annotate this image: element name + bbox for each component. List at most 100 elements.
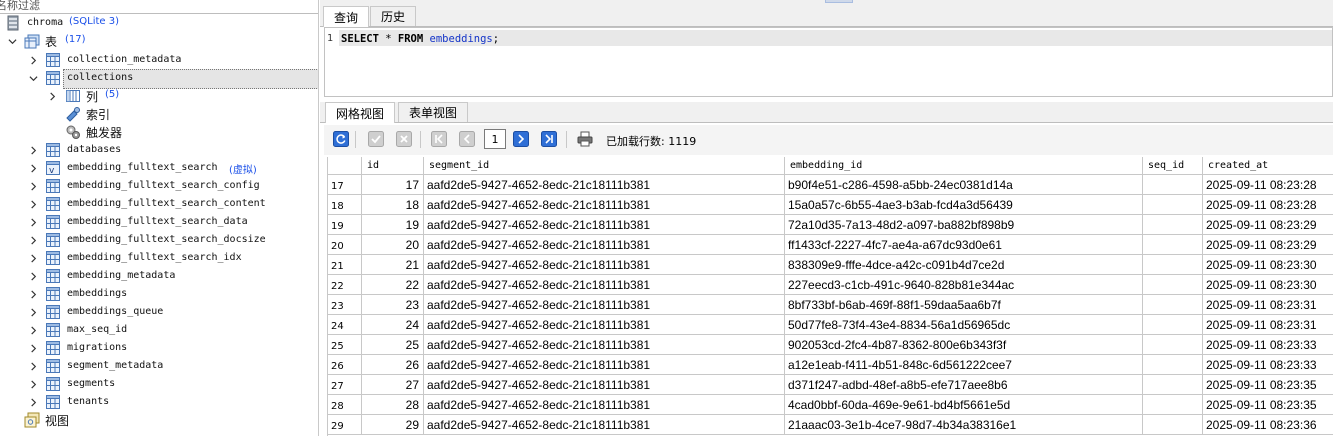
- tree-indexes[interactable]: 索引: [0, 105, 318, 123]
- first-page-button[interactable]: [430, 130, 448, 148]
- table-row[interactable]: 25 25 aafd2de5-9427-4652-8edc-21c18111b381…: [328, 335, 1333, 355]
- chevron-right-icon[interactable]: [28, 235, 38, 245]
- grid-cell[interactable]: 2025-09-11 08:23:33: [1203, 335, 1333, 355]
- grid-cell[interactable]: 2025-09-11 08:23:29: [1203, 215, 1333, 235]
- filter-input[interactable]: [0, 0, 296, 14]
- table-row[interactable]: 28 28 aafd2de5-9427-4652-8edc-21c18111b381…: [328, 395, 1333, 415]
- object-tree[interactable]: chroma (SQLite 3) 表 (17) collection_meta…: [0, 0, 319, 436]
- tree-triggers[interactable]: 触发器: [0, 123, 318, 141]
- tree-table-max-seq-id[interactable]: max_seq_id: [0, 321, 318, 339]
- prev-page-button[interactable]: [458, 130, 476, 148]
- chevron-right-icon[interactable]: [28, 181, 38, 191]
- grid-cell[interactable]: aafd2de5-9427-4652-8edc-21c18111b381: [424, 395, 785, 415]
- chevron-right-icon[interactable]: [28, 361, 38, 371]
- grid-cell[interactable]: 2025-09-11 08:23:33: [1203, 355, 1333, 375]
- grid-cell[interactable]: 29: [362, 415, 424, 435]
- grid-cell[interactable]: aafd2de5-9427-4652-8edc-21c18111b381: [424, 235, 785, 255]
- grid-cell[interactable]: 4cad0bbf-60da-469e-9e61-bd4bf5661e5d: [785, 395, 1143, 415]
- grid-cell[interactable]: aafd2de5-9427-4652-8edc-21c18111b381: [424, 315, 785, 335]
- grid-cell[interactable]: aafd2de5-9427-4652-8edc-21c18111b381: [424, 415, 785, 435]
- table-row[interactable]: 26 26 aafd2de5-9427-4652-8edc-21c18111b381…: [328, 355, 1333, 375]
- grid-cell[interactable]: 2025-09-11 08:23:30: [1203, 255, 1333, 275]
- grid-cell[interactable]: [1143, 375, 1203, 395]
- last-page-button[interactable]: [540, 130, 558, 148]
- column-header-seq-id[interactable]: seq_id: [1143, 157, 1203, 175]
- grid-cell[interactable]: [1143, 195, 1203, 215]
- grid-cell[interactable]: 20: [362, 235, 424, 255]
- grid-cell[interactable]: aafd2de5-9427-4652-8edc-21c18111b381: [424, 195, 785, 215]
- tree-table-migrations[interactable]: migrations: [0, 339, 318, 357]
- chevron-right-icon[interactable]: [28, 343, 38, 353]
- grid-cell[interactable]: 2025-09-11 08:23:28: [1203, 175, 1333, 195]
- sql-editor[interactable]: 1 SELECT * FROM embeddings;: [324, 27, 1333, 97]
- chevron-down-icon[interactable]: [7, 36, 17, 46]
- page-number-input[interactable]: [484, 129, 506, 149]
- table-row[interactable]: 22 22 aafd2de5-9427-4652-8edc-21c18111b381…: [328, 275, 1333, 295]
- chevron-down-icon[interactable]: [28, 73, 38, 83]
- grid-cell[interactable]: ff1433cf-2227-4fc7-ae4a-a67dc93d0e61: [785, 235, 1143, 255]
- table-row[interactable]: 24 24 aafd2de5-9427-4652-8edc-21c18111b381…: [328, 315, 1333, 335]
- grid-cell[interactable]: 2025-09-11 08:23:28: [1203, 195, 1333, 215]
- grid-cell[interactable]: 2025-09-11 08:23:35: [1203, 395, 1333, 415]
- chevron-right-icon[interactable]: [28, 199, 38, 209]
- grid-cell[interactable]: 28: [362, 395, 424, 415]
- grid-cell[interactable]: aafd2de5-9427-4652-8edc-21c18111b381: [424, 375, 785, 395]
- table-row[interactable]: 19 19 aafd2de5-9427-4652-8edc-21c18111b381…: [328, 215, 1333, 235]
- grid-cell[interactable]: [1143, 235, 1203, 255]
- chevron-right-icon[interactable]: [28, 145, 38, 155]
- grid-cell[interactable]: aafd2de5-9427-4652-8edc-21c18111b381: [424, 275, 785, 295]
- grid-cell[interactable]: 22: [362, 275, 424, 295]
- grid-cell[interactable]: aafd2de5-9427-4652-8edc-21c18111b381: [424, 215, 785, 235]
- next-page-button[interactable]: [512, 130, 530, 148]
- table-row[interactable]: 20 20 aafd2de5-9427-4652-8edc-21c18111b381…: [328, 235, 1333, 255]
- commit-button[interactable]: [367, 130, 385, 148]
- grid-cell[interactable]: [1143, 335, 1203, 355]
- tree-table-segments[interactable]: segments: [0, 375, 318, 393]
- grid-cell[interactable]: a12e1eab-f411-4b51-848c-6d561222cee7: [785, 355, 1143, 375]
- grid-cell[interactable]: [1143, 215, 1203, 235]
- grid-cell[interactable]: 21: [362, 255, 424, 275]
- tab-history[interactable]: 历史: [370, 6, 417, 26]
- tree-tables-group[interactable]: 表 (17): [0, 32, 318, 50]
- chevron-right-icon[interactable]: [47, 91, 57, 101]
- grid-cell[interactable]: 2025-09-11 08:23:31: [1203, 295, 1333, 315]
- tree-table-embedding-fulltext-search-data[interactable]: embedding_fulltext_search_data: [0, 213, 318, 231]
- grid-cell[interactable]: 2025-09-11 08:23:30: [1203, 275, 1333, 295]
- tree-db-chroma[interactable]: chroma (SQLite 3): [0, 14, 318, 32]
- chevron-right-icon[interactable]: [28, 55, 38, 65]
- tree-views-group[interactable]: 视图: [0, 411, 318, 429]
- grid-cell[interactable]: 2025-09-11 08:23:35: [1203, 375, 1333, 395]
- column-header-created-at[interactable]: created_at: [1203, 157, 1333, 175]
- chevron-right-icon[interactable]: [28, 397, 38, 407]
- grid-cell[interactable]: 227eecd3-c1cb-491c-9640-828b81e344ac: [785, 275, 1143, 295]
- column-header-embedding-id[interactable]: embedding_id: [785, 157, 1143, 175]
- tree-table-collection-metadata[interactable]: collection_metadata: [0, 51, 318, 69]
- chevron-right-icon[interactable]: [28, 271, 38, 281]
- tree-table-embedding-metadata[interactable]: embedding_metadata: [0, 267, 318, 285]
- grid-cell[interactable]: aafd2de5-9427-4652-8edc-21c18111b381: [424, 295, 785, 315]
- chevron-right-icon[interactable]: [28, 163, 38, 173]
- grid-cell[interactable]: 21aaac03-3e1b-4ce7-98d7-4b34a38316e1: [785, 415, 1143, 435]
- grid-cell[interactable]: [1143, 315, 1203, 335]
- result-grid[interactable]: id segment_id embedding_id seq_id created_at…: [327, 157, 1333, 436]
- grid-cell[interactable]: 23: [362, 295, 424, 315]
- grid-cell[interactable]: 8bf733bf-b6ab-469f-88f1-59daa5aa6b7f: [785, 295, 1143, 315]
- tree-table-collections[interactable]: collections: [0, 69, 318, 89]
- tree-columns[interactable]: 列 (5): [0, 87, 318, 105]
- grid-cell[interactable]: [1143, 295, 1203, 315]
- grid-cell[interactable]: [1143, 175, 1203, 195]
- grid-cell[interactable]: 838309e9-fffe-4dce-a42c-c091b4d7ce2d: [785, 255, 1143, 275]
- table-row[interactable]: 18 18 aafd2de5-9427-4652-8edc-21c18111b381…: [328, 195, 1333, 215]
- table-row[interactable]: 29 29 aafd2de5-9427-4652-8edc-21c18111b381…: [328, 415, 1333, 435]
- grid-corner[interactable]: [328, 157, 362, 175]
- chevron-right-icon[interactable]: [28, 217, 38, 227]
- grid-cell[interactable]: 50d77fe8-73f4-43e4-8834-56a1d56965dc: [785, 315, 1143, 335]
- splitter-handle[interactable]: [825, 0, 853, 3]
- grid-cell[interactable]: 72a10d35-7a13-48d2-a097-ba882bf898b9: [785, 215, 1143, 235]
- grid-cell[interactable]: aafd2de5-9427-4652-8edc-21c18111b381: [424, 335, 785, 355]
- chevron-right-icon[interactable]: [28, 253, 38, 263]
- tree-table-embeddings[interactable]: embeddings: [0, 285, 318, 303]
- tree-table-embedding-fulltext-search-content[interactable]: embedding_fulltext_search_content: [0, 195, 318, 213]
- table-row[interactable]: 17 17 aafd2de5-9427-4652-8edc-21c18111b381…: [328, 175, 1333, 195]
- tab-query[interactable]: 查询: [323, 6, 370, 27]
